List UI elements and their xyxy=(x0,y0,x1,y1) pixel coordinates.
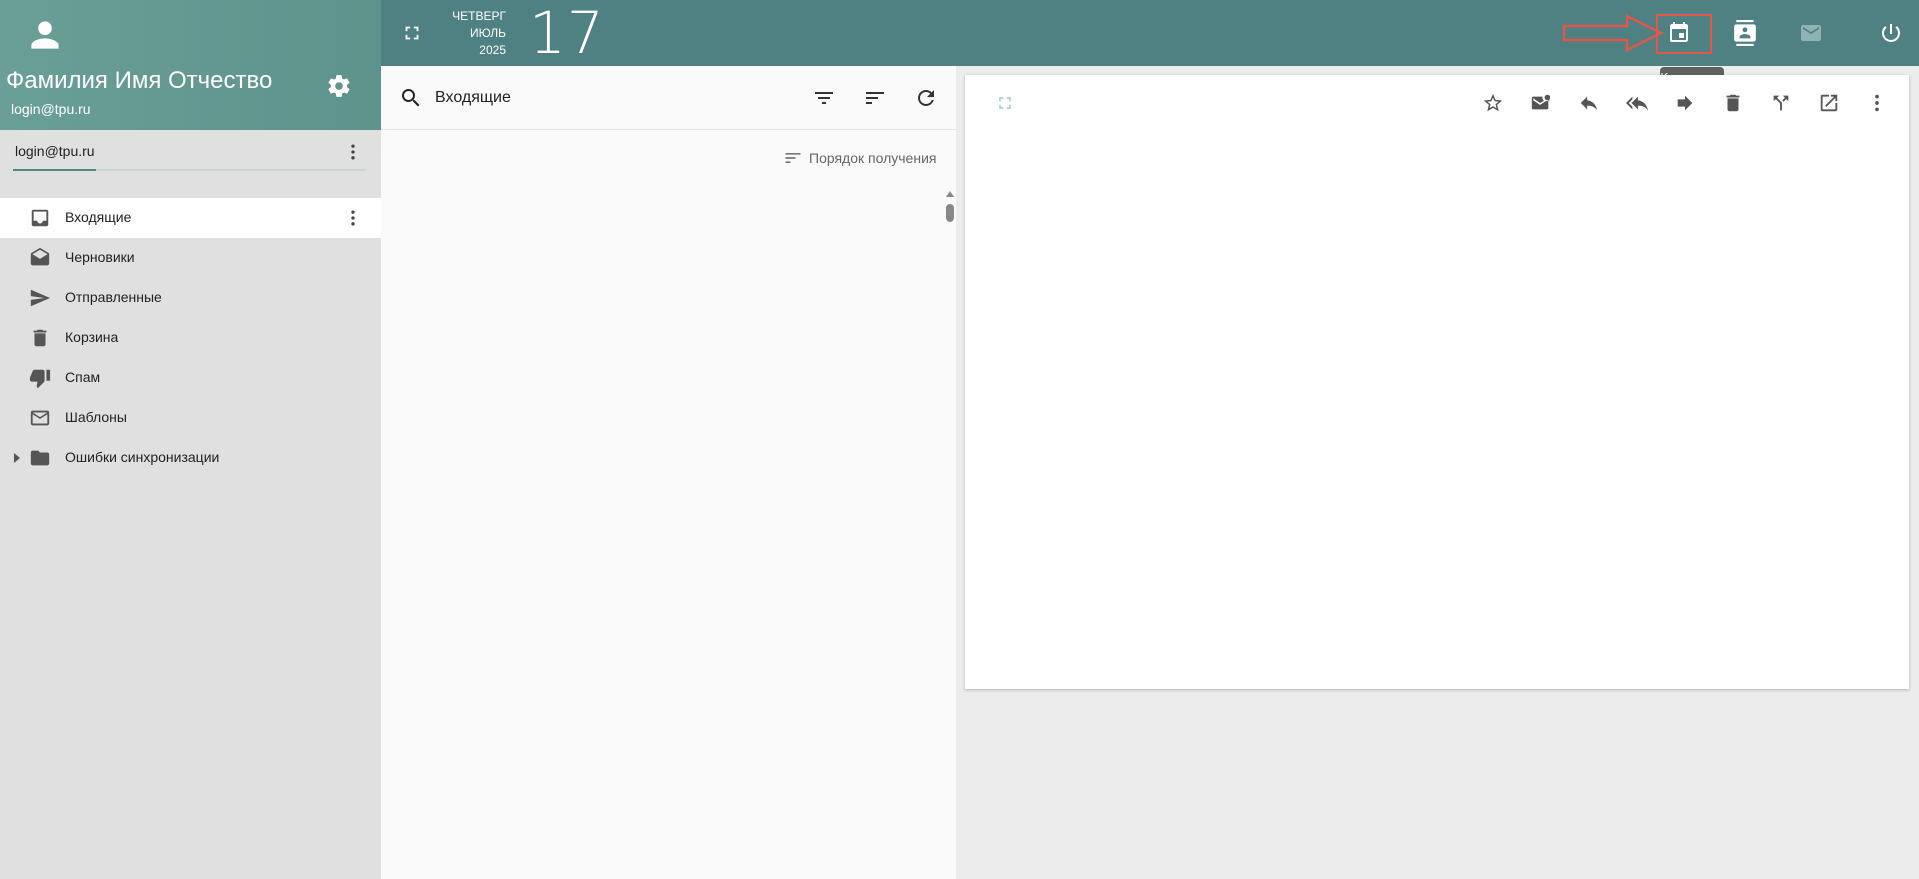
folder-icon xyxy=(30,450,50,466)
star-icon xyxy=(1483,93,1503,112)
mark-unread-icon xyxy=(1531,94,1551,110)
move-icon xyxy=(1773,95,1789,111)
list-header: Входящие xyxy=(381,66,956,130)
account-underline-active xyxy=(13,169,96,171)
reply-all-icon xyxy=(1626,96,1648,111)
settings-gear-icon[interactable] xyxy=(326,73,352,99)
reply-button[interactable] xyxy=(1576,90,1602,116)
avatar-icon[interactable] xyxy=(28,18,62,52)
folder-label: Спам xyxy=(65,369,101,385)
user-profile-header: Фамилия Имя Отчество login@tpu.ru xyxy=(0,0,381,130)
folder-label: Шаблоны xyxy=(65,409,127,425)
folder-label: Ошибки синхронизации xyxy=(65,449,220,465)
send-icon xyxy=(30,289,51,307)
logout-button[interactable] xyxy=(1876,18,1906,48)
mail-icon xyxy=(1801,25,1821,41)
sort-icon[interactable] xyxy=(863,86,887,110)
sort-order-label: Порядок получения xyxy=(809,150,937,166)
calendar-button[interactable] xyxy=(1656,14,1712,54)
filter-icon[interactable] xyxy=(812,86,836,110)
delete-button[interactable] xyxy=(1720,90,1746,116)
date-month: ИЮЛЬ xyxy=(470,26,506,40)
folder-label: Корзина xyxy=(65,329,119,345)
scrollbar-thumb[interactable] xyxy=(946,204,954,222)
reply-all-button[interactable] xyxy=(1624,90,1650,116)
user-full-name: Фамилия Имя Отчество xyxy=(6,67,273,94)
mail-app: Фамилия Имя Отчество login@tpu.ru login@… xyxy=(0,0,1919,879)
expand-arrow-icon[interactable] xyxy=(12,452,22,464)
list-title: Входящие xyxy=(435,89,511,106)
folder-more-icon[interactable] xyxy=(343,206,363,230)
inbox-icon xyxy=(31,209,49,227)
top-bar: ЧЕТВЕРГ ИЮЛЬ 2025 17 xyxy=(381,0,1919,66)
folder-label: Черновики xyxy=(65,249,135,265)
mail-outline-icon xyxy=(30,410,50,426)
forward-button[interactable] xyxy=(1672,90,1698,116)
account-more-icon[interactable] xyxy=(343,140,363,164)
more-button[interactable] xyxy=(1864,90,1890,116)
contacts-button[interactable] xyxy=(1730,18,1760,48)
folder-templates[interactable]: Шаблоны xyxy=(0,398,381,438)
reading-pane xyxy=(965,75,1909,689)
date-day: 17 xyxy=(529,0,605,67)
folder-label: Входящие xyxy=(65,209,132,225)
drafts-icon xyxy=(30,247,50,266)
mark-unread-button[interactable] xyxy=(1528,90,1554,116)
reply-icon xyxy=(1580,96,1598,111)
fullscreen-icon xyxy=(999,97,1011,109)
reading-fullscreen-button[interactable] xyxy=(992,90,1018,116)
folder-label: Отправленные xyxy=(65,289,162,305)
search-icon[interactable] xyxy=(399,86,423,110)
list-scrollbar[interactable] xyxy=(944,190,956,879)
power-icon xyxy=(1882,24,1900,42)
forward-icon xyxy=(1677,95,1693,111)
account-login[interactable]: login@tpu.ru xyxy=(15,143,95,159)
open-external-button[interactable] xyxy=(1816,90,1842,116)
scroll-up-icon[interactable] xyxy=(946,190,954,198)
folder-spam[interactable]: Спам xyxy=(0,358,381,398)
folder-inbox[interactable]: Входящие xyxy=(0,198,381,238)
folder-sent[interactable]: Отправленные xyxy=(0,278,381,318)
contacts-icon xyxy=(1734,20,1756,46)
more-icon xyxy=(1875,94,1879,112)
sort-order-selector[interactable]: Порядок получения xyxy=(783,148,936,168)
date-year: 2025 xyxy=(479,43,506,57)
refresh-icon[interactable] xyxy=(914,86,938,110)
trash-icon xyxy=(33,329,47,347)
account-selector[interactable]: login@tpu.ru xyxy=(0,130,381,198)
folder-trash[interactable]: Корзина xyxy=(0,318,381,358)
date-weekday: ЧЕТВЕРГ xyxy=(452,9,506,23)
thumb-down-icon xyxy=(29,369,51,389)
move-button[interactable] xyxy=(1768,90,1794,116)
mail-button[interactable] xyxy=(1796,18,1826,48)
sidebar: Фамилия Имя Отчество login@tpu.ru login@… xyxy=(0,0,381,879)
delete-icon xyxy=(1726,94,1740,112)
sort-order-icon xyxy=(785,153,801,163)
user-login: login@tpu.ru xyxy=(11,101,91,117)
folder-sync-errors[interactable]: Ошибки синхронизации xyxy=(0,438,381,478)
annotation-arrow xyxy=(1562,13,1664,53)
star-button[interactable] xyxy=(1480,90,1506,116)
open-external-icon xyxy=(1820,94,1838,112)
message-list-pane: Входящие Порядок получения xyxy=(381,66,956,879)
folder-drafts[interactable]: Черновики xyxy=(0,238,381,278)
fullscreen-icon[interactable] xyxy=(401,22,423,44)
